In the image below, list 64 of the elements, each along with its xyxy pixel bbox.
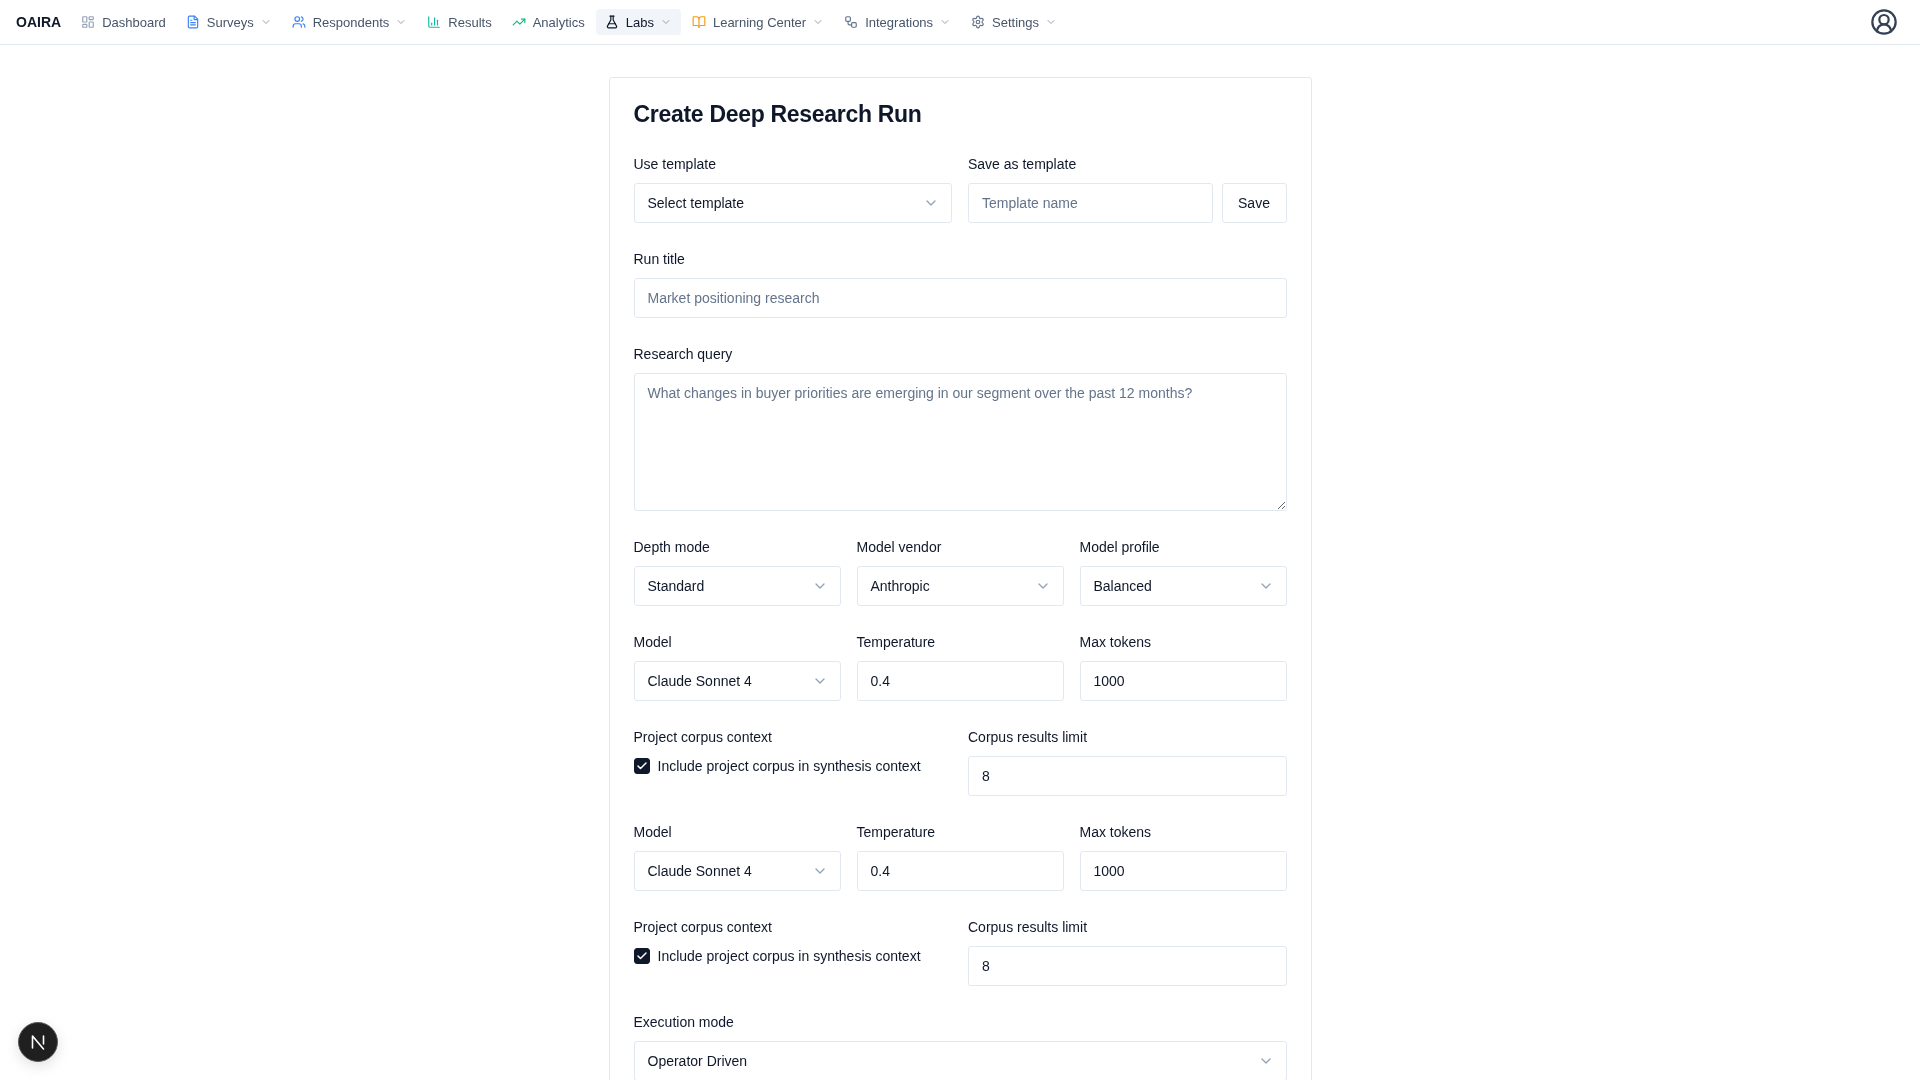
field-label: Run title: [633, 250, 685, 269]
field-label: Project corpus context: [633, 728, 772, 747]
field-label: Depth mode: [633, 538, 710, 557]
dashboard-grid-icon: [81, 15, 96, 29]
checkbox[interactable]: [633, 758, 650, 774]
nav-menu-item[interactable]: Analytics: [502, 9, 594, 35]
field-label: Model vendor: [856, 538, 942, 557]
field-label: Research query: [633, 345, 733, 364]
field-label: Project corpus context: [633, 918, 772, 937]
users-icon: [291, 15, 306, 29]
letter-n-logo-icon: [18, 1022, 58, 1062]
nav-menu-item[interactable]: Results: [418, 9, 501, 35]
checkbox-label: Include project corpus in synthesis context: [657, 948, 921, 964]
user-avatar-button[interactable]: [1870, 8, 1898, 36]
dev-tools-button[interactable]: [18, 1022, 58, 1062]
form-title: Create Deep Research Run: [633, 100, 923, 128]
select-dropdown[interactable]: Balanced: [1079, 566, 1287, 606]
text-input[interactable]: Template name: [968, 183, 1213, 223]
user-avatar-icon: [1870, 8, 1898, 36]
text-input[interactable]: 0.4: [856, 851, 1064, 891]
field-label: Temperature: [856, 633, 936, 652]
checkbox[interactable]: [633, 948, 650, 964]
text-input[interactable]: 0.4: [856, 661, 1064, 701]
text-input[interactable]: 1000: [1079, 851, 1287, 891]
select-dropdown[interactable]: Standard: [633, 566, 841, 606]
field-label: Use template: [633, 155, 716, 174]
checkbox-label: Include project corpus in synthesis context: [657, 758, 921, 774]
field-label: Corpus results limit: [968, 728, 1088, 747]
select-dropdown[interactable]: Operator Driven: [633, 1041, 1287, 1080]
nav-menu-item[interactable]: Integrations: [835, 9, 961, 35]
field-label: Max tokens: [1079, 633, 1152, 652]
open-book-icon: [691, 15, 706, 29]
nav-menu-item[interactable]: Labs: [595, 9, 681, 35]
nav-menu-item[interactable]: Surveys: [176, 9, 281, 35]
select-dropdown[interactable]: Claude Sonnet 4: [633, 661, 841, 701]
field-label: Model profile: [1079, 538, 1160, 557]
brand-name: OAIRA: [16, 14, 62, 30]
select-dropdown[interactable]: Anthropic: [856, 566, 1064, 606]
field-label: Save as template: [968, 155, 1077, 174]
settings-icon: [971, 15, 986, 29]
save-button[interactable]: Save: [1221, 183, 1287, 223]
field-label: Model: [633, 633, 672, 652]
connected-squares-icon: [844, 15, 859, 29]
select-dropdown[interactable]: Claude Sonnet 4: [633, 851, 841, 891]
text-input[interactable]: Market positioning research: [633, 278, 1287, 318]
query-textarea[interactable]: What changes in buyer priorities are emerging in our segment over the past 12 months?: [633, 373, 1287, 511]
flask-icon: [604, 15, 619, 29]
field-label: Model: [633, 823, 672, 842]
nav-menu-item[interactable]: Settings: [962, 9, 1067, 35]
text-input[interactable]: 8: [968, 946, 1287, 986]
text-input[interactable]: 1000: [1079, 661, 1287, 701]
nav-menu-item[interactable]: Respondents: [282, 9, 417, 35]
field-label: Execution mode: [633, 1013, 734, 1032]
bar-chart-icon: [427, 15, 442, 29]
tick-icon: [635, 950, 648, 962]
document-icon: [185, 15, 200, 29]
text-input[interactable]: 8: [968, 756, 1287, 796]
field-label: Max tokens: [1079, 823, 1152, 842]
select-dropdown[interactable]: Select template: [633, 183, 952, 223]
field-label: Temperature: [856, 823, 936, 842]
field-label: Corpus results limit: [968, 918, 1088, 937]
nav-menu-item[interactable]: Learning Center: [682, 9, 834, 35]
nav-menu-item[interactable]: Dashboard: [72, 9, 175, 35]
tick-icon: [635, 760, 648, 772]
